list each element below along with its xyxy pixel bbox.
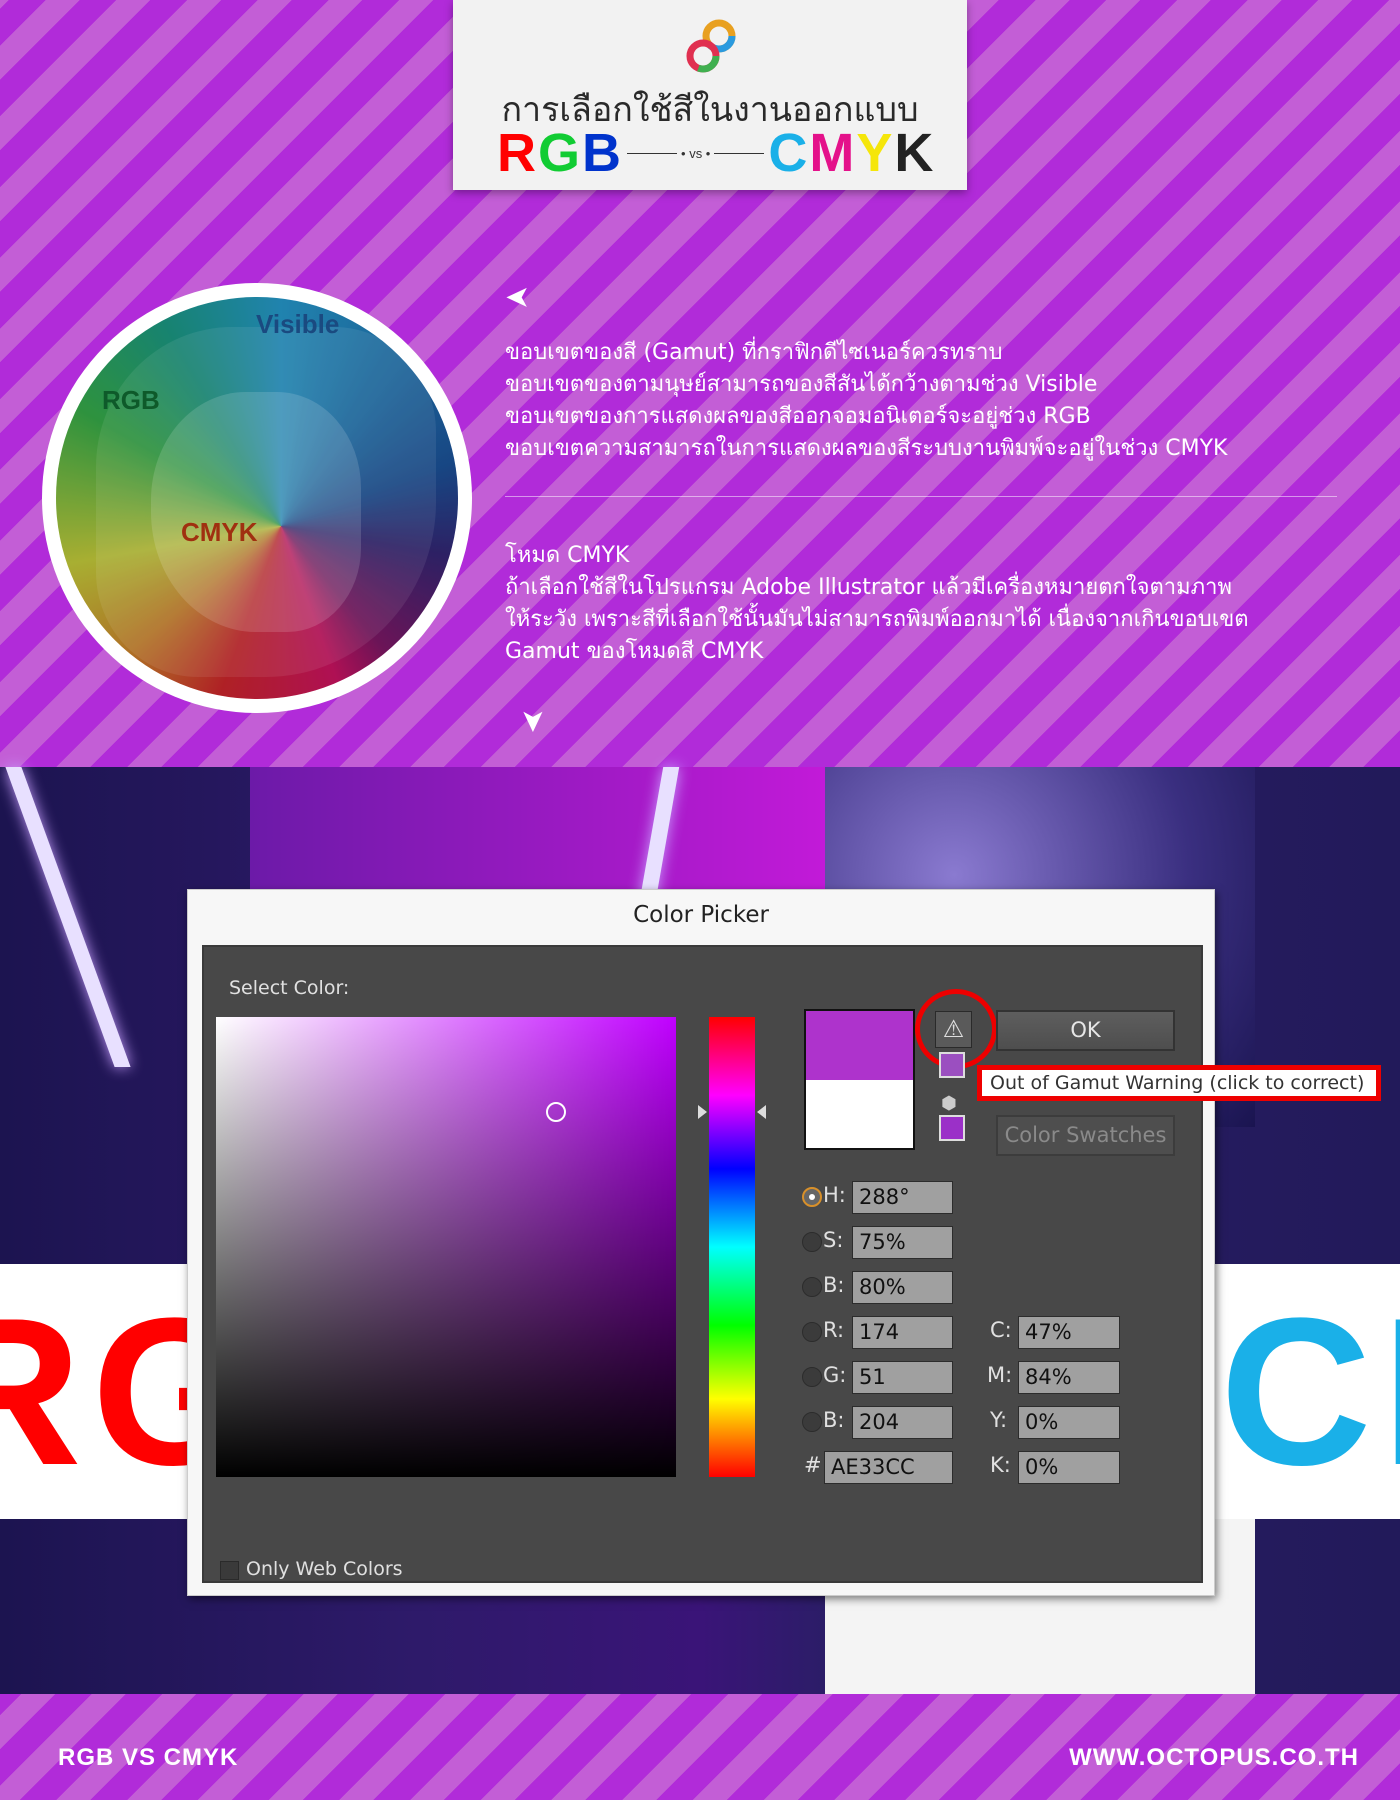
label-h: H: <box>823 1183 846 1207</box>
only-web-colors-checkbox[interactable] <box>220 1561 239 1580</box>
arrow-left-icon: ➤ <box>505 280 531 315</box>
g-field[interactable]: 51 <box>852 1361 953 1394</box>
color-picker-dialog: Color Picker Select Color: ⚠ ⬢ OK Color … <box>187 889 1381 1596</box>
radio-g[interactable] <box>802 1367 822 1387</box>
label-c: C: <box>990 1318 1012 1342</box>
label-s: S: <box>823 1228 844 1252</box>
radio-s[interactable] <box>802 1232 822 1252</box>
gamut-warning-tooltip: Out of Gamut Warning (click to correct) <box>977 1065 1381 1101</box>
radio-blue[interactable] <box>802 1412 822 1432</box>
hue-slider-handle-right[interactable] <box>757 1105 766 1119</box>
dialog-panel: Select Color: ⚠ ⬢ OK Color Swatches Out … <box>202 945 1381 1583</box>
ok-button[interactable]: OK <box>996 1010 1175 1051</box>
web-safe-cube-icon[interactable]: ⬢ <box>941 1093 957 1114</box>
only-web-colors-label[interactable]: Only Web Colors <box>246 1558 403 1580</box>
vs-separator: • vs • <box>623 146 768 161</box>
divider <box>505 496 1337 497</box>
title-box: การเลือกใช้สีในงานออกแบบ RGB • vs • CMYK <box>453 0 967 190</box>
gamut-diagram: Visible RGB CMYK <box>42 283 472 713</box>
original-color-swatch[interactable] <box>806 1079 913 1148</box>
s-field[interactable]: 75% <box>852 1226 953 1259</box>
octopus-logo-icon <box>686 19 736 73</box>
label-blue: B: <box>823 1408 845 1432</box>
h-field[interactable]: 288° <box>852 1181 953 1214</box>
b-field[interactable]: 80% <box>852 1271 953 1304</box>
dialog-title: Color Picker <box>633 902 769 928</box>
label-m: M: <box>987 1363 1013 1387</box>
label-k: K: <box>990 1453 1011 1477</box>
k-field[interactable]: 0% <box>1018 1451 1120 1484</box>
arrow-down-icon: ➤ <box>515 708 551 734</box>
label-y: Y: <box>990 1408 1008 1432</box>
m-field[interactable]: 84% <box>1018 1361 1120 1394</box>
radio-b[interactable] <box>802 1277 822 1297</box>
gamut-correct-swatch[interactable] <box>939 1052 965 1078</box>
hex-field[interactable]: AE33CC <box>824 1451 953 1484</box>
rgb-wordmark: RGB <box>497 123 624 183</box>
label-b: B: <box>823 1273 845 1297</box>
label-rgb: RGB <box>102 385 160 415</box>
footer: RGB VS CMYK WWW.OCTOPUS.CO.TH <box>0 1694 1400 1800</box>
label-g: G: <box>823 1363 847 1387</box>
cmyk-info-text: โหมด CMYK ถ้าเลือกใช้สีในโปรแกรม Adobe Il… <box>505 543 1249 664</box>
color-swatches-button[interactable]: Color Swatches <box>996 1115 1175 1156</box>
r-field[interactable]: 174 <box>852 1316 953 1349</box>
radio-h[interactable] <box>802 1187 822 1207</box>
blue-field[interactable]: 204 <box>852 1406 953 1439</box>
web-safe-swatch[interactable] <box>939 1115 965 1141</box>
footer-website-link[interactable]: WWW.OCTOPUS.CO.TH <box>1069 1744 1359 1772</box>
label-r: R: <box>823 1318 845 1342</box>
label-visible: Visible <box>256 309 340 339</box>
label-cmyk: CMYK <box>181 517 258 547</box>
y-field[interactable]: 0% <box>1018 1406 1120 1439</box>
cmyk-wordmark: CMYK <box>768 123 936 183</box>
hue-slider-handle-left[interactable] <box>698 1105 707 1119</box>
color-cursor[interactable] <box>546 1102 566 1122</box>
footer-title: RGB VS CMYK <box>58 1744 239 1771</box>
hue-slider[interactable] <box>709 1017 755 1477</box>
label-hex: # <box>804 1453 822 1477</box>
color-preview <box>804 1009 915 1150</box>
c-field[interactable]: 47% <box>1018 1316 1120 1349</box>
gamut-info-text: ขอบเขตของสี (Gamut) ที่กราฟิกดีไซเนอร์คว… <box>505 340 1228 461</box>
saturation-brightness-field[interactable] <box>216 1017 676 1477</box>
rgb-vs-cmyk: RGB • vs • CMYK <box>497 123 933 183</box>
new-color-swatch <box>806 1011 913 1080</box>
top-section: การเลือกใช้สีในงานออกแบบ RGB • vs • CMYK… <box>0 0 1400 767</box>
select-color-label: Select Color: <box>229 977 350 999</box>
radio-r[interactable] <box>802 1322 822 1342</box>
